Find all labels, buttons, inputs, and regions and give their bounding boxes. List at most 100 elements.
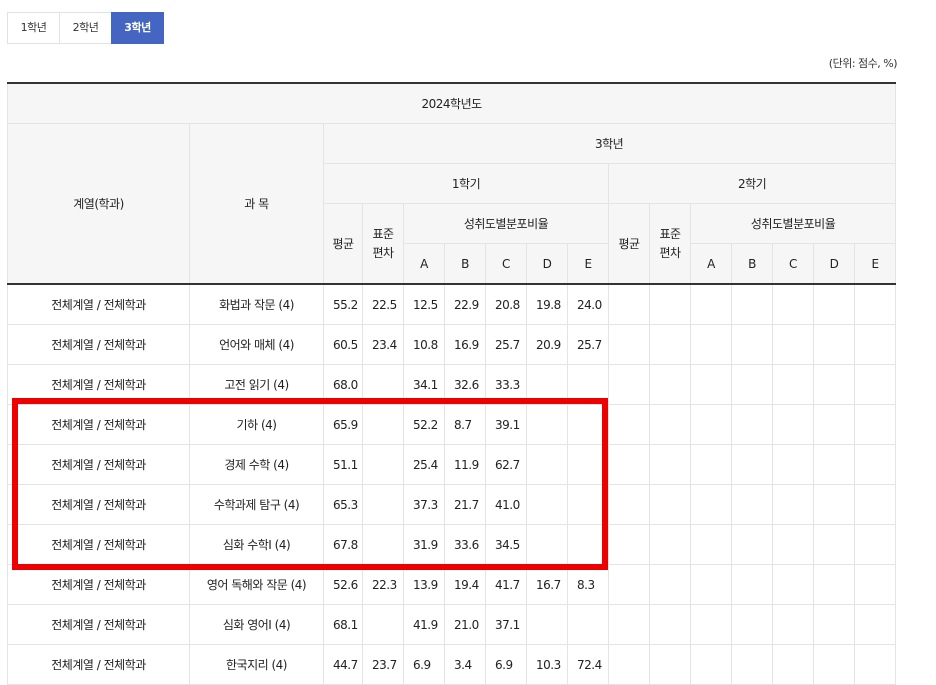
s1-e-cell (567, 604, 609, 645)
s2-empty-cell (813, 644, 855, 685)
tab-grade-2[interactable]: 2학년 (59, 12, 112, 44)
s1-avg-cell: 65.3 (323, 484, 363, 525)
s1-grade-d-header: D (526, 243, 568, 285)
s2-empty-cell (853, 444, 897, 485)
tab-grade-1[interactable]: 1학년 (7, 12, 60, 44)
s1-avg-cell: 60.5 (323, 324, 363, 365)
dept-cell: 전체계열 / 전체학과 (7, 324, 190, 365)
grade-distribution-table: 2024학년도 계열(학과) 과 목 3학년 1학기 2학기 평균 표준 편차 … (6, 82, 897, 685)
s1-a-cell: 31.9 (403, 524, 445, 565)
s2-empty-cell (608, 404, 650, 445)
s1-grade-e-header: E (567, 243, 609, 285)
s1-std-cell (362, 524, 404, 565)
s2-grade-b-header: B (731, 243, 773, 285)
s1-c-cell: 6.9 (485, 644, 527, 685)
grade-header: 3학년 (322, 123, 897, 164)
s2-grade-d-header: D (813, 243, 855, 285)
s2-empty-cell (772, 444, 814, 485)
table-row: 전체계열 / 전체학과 화법과 작문 (4) 55.2 22.5 12.5 22.9 20.… (7, 283, 897, 325)
s1-c-cell: 41.7 (485, 564, 527, 605)
s2-empty-cell (853, 564, 897, 605)
s2-empty-cell (813, 484, 855, 525)
s2-empty-cell (690, 404, 732, 445)
s1-avg-cell: 44.7 (323, 644, 363, 685)
subject-cell: 기하 (4) (189, 404, 324, 445)
s1-e-cell (567, 364, 609, 405)
s2-empty-cell (608, 283, 650, 325)
s1-avg-cell: 55.2 (323, 283, 363, 325)
s1-d-cell: 19.8 (526, 283, 568, 325)
s2-empty-cell (690, 484, 732, 525)
s1-a-cell: 6.9 (403, 644, 445, 685)
s1-avg-header: 평균 (323, 203, 363, 285)
s1-d-cell (526, 524, 568, 565)
subject-cell: 경제 수학 (4) (189, 444, 324, 485)
s1-c-cell: 41.0 (485, 484, 527, 525)
subject-cell: 심화 수학Ⅰ (4) (189, 524, 324, 565)
s1-c-cell: 20.8 (485, 283, 527, 325)
tab-grade-3[interactable]: 3학년 (111, 12, 164, 44)
table-row: 전체계열 / 전체학과 한국지리 (4) 44.7 23.7 6.9 3.4 6.9 10.3… (7, 644, 897, 685)
table-row: 전체계열 / 전체학과 영어 독해와 작문 (4) 52.6 22.3 13.9 19.4… (7, 564, 897, 605)
s1-avg-cell: 52.6 (323, 564, 363, 605)
s2-std-header: 표준 편차 (649, 203, 691, 285)
s2-empty-cell (690, 524, 732, 565)
s2-empty-cell (813, 564, 855, 605)
s1-avg-cell: 67.8 (323, 524, 363, 565)
s1-avg-cell: 68.0 (323, 364, 363, 405)
s1-a-cell: 34.1 (403, 364, 445, 405)
s2-empty-cell (649, 404, 691, 445)
s1-c-cell: 25.7 (485, 324, 527, 365)
s2-empty-cell (649, 644, 691, 685)
s1-b-cell: 3.4 (444, 644, 486, 685)
s1-a-cell: 12.5 (403, 283, 445, 325)
dept-cell: 전체계열 / 전체학과 (7, 484, 190, 525)
s2-empty-cell (731, 524, 773, 565)
s2-empty-cell (772, 484, 814, 525)
s1-b-cell: 33.6 (444, 524, 486, 565)
dept-header: 계열(학과) (7, 123, 190, 285)
s1-d-cell: 16.7 (526, 564, 568, 605)
s2-grade-a-header: A (690, 243, 732, 285)
subject-cell: 고전 읽기 (4) (189, 364, 324, 405)
s2-empty-cell (608, 364, 650, 405)
s2-empty-cell (772, 404, 814, 445)
s2-empty-cell (731, 324, 773, 365)
s2-empty-cell (813, 404, 855, 445)
s1-dist-header: 성취도별분포비율 (403, 203, 609, 244)
s1-d-cell (526, 484, 568, 525)
s1-d-cell (526, 444, 568, 485)
table-row: 전체계열 / 전체학과 심화 영어Ⅰ (4) 68.1 41.9 21.0 37.1 (7, 604, 897, 645)
s1-a-cell: 37.3 (403, 484, 445, 525)
s2-empty-cell (649, 524, 691, 565)
s1-e-cell: 25.7 (567, 324, 609, 365)
table-row: 전체계열 / 전체학과 언어와 매체 (4) 60.5 23.4 10.8 16.9 25.… (7, 324, 897, 365)
s1-d-cell: 10.3 (526, 644, 568, 685)
s2-empty-cell (772, 644, 814, 685)
semester-2-header: 2학기 (607, 163, 897, 204)
table-row: 전체계열 / 전체학과 기하 (4) 65.9 52.2 8.7 39.1 (7, 404, 897, 445)
s2-empty-cell (731, 404, 773, 445)
s2-empty-cell (772, 324, 814, 365)
s1-c-cell: 34.5 (485, 524, 527, 565)
s1-c-cell: 37.1 (485, 604, 527, 645)
s2-empty-cell (853, 484, 897, 525)
s1-std-cell (362, 484, 404, 525)
s1-a-cell: 41.9 (403, 604, 445, 645)
s1-a-cell: 25.4 (403, 444, 445, 485)
s2-empty-cell (649, 564, 691, 605)
s2-empty-cell (731, 364, 773, 405)
s2-empty-cell (731, 604, 773, 645)
s2-empty-cell (608, 644, 650, 685)
s1-std-cell: 22.3 (362, 564, 404, 605)
s1-std-header: 표준 편차 (362, 203, 404, 285)
s2-empty-cell (853, 364, 897, 405)
s2-empty-cell (772, 564, 814, 605)
s2-empty-cell (649, 484, 691, 525)
s1-grade-c-header: C (485, 243, 527, 285)
s1-d-cell (526, 364, 568, 405)
s2-empty-cell (608, 604, 650, 645)
subject-cell: 수학과제 탐구 (4) (189, 484, 324, 525)
s2-empty-cell (853, 524, 897, 565)
s1-std-cell: 22.5 (362, 283, 404, 325)
